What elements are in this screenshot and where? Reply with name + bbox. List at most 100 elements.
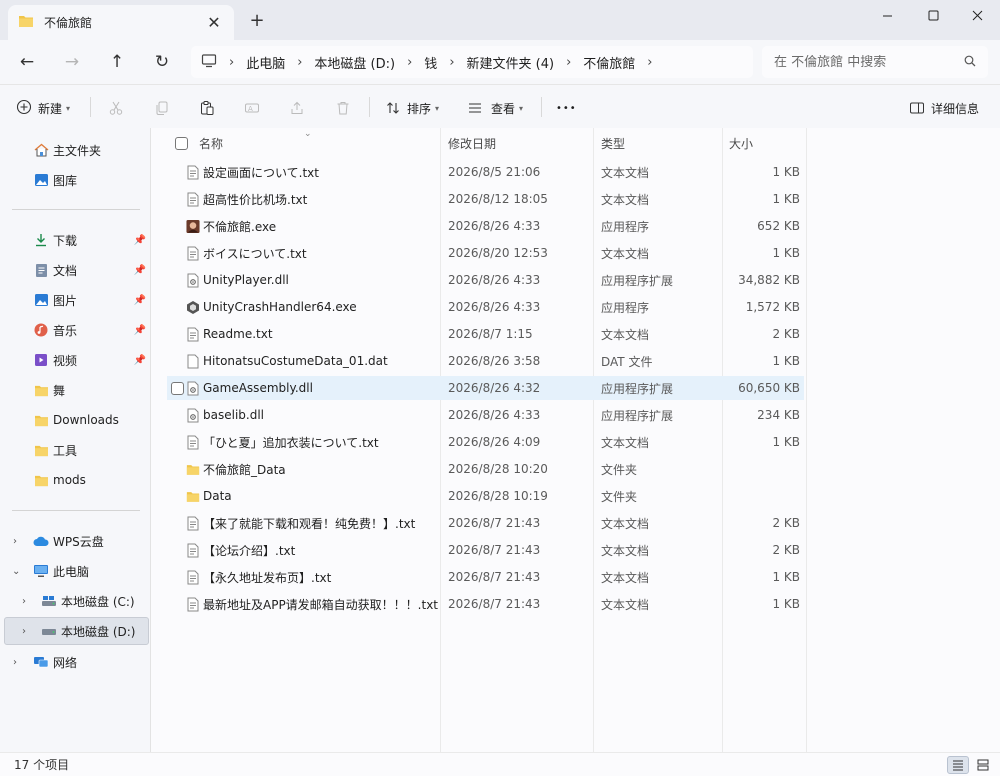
pin-icon[interactable]: 📌 [134,235,146,246]
pin-icon[interactable]: 📌 [134,295,146,306]
sort-icon [387,102,399,114]
share-button[interactable] [289,95,305,121]
new-tab-button[interactable]: + [246,10,268,31]
breadcrumb-new-folder-4[interactable]: 新建文件夹 (4) [467,53,555,72]
chevron-right-icon[interactable]: › [297,55,302,70]
sidebar-item-drive-c[interactable]: › 本地磁盘 (C:) [0,587,150,615]
sidebar-item-label: 本地磁盘 (D:) [61,624,136,639]
file-row[interactable]: ボイスについて.txt 2026/8/20 12:53 文本文档 1 KB [167,241,804,265]
file-row[interactable]: UnityCrashHandler64.exe 2026/8/26 4:33 应用程… [167,295,804,319]
more-options-button[interactable]: ••• [556,95,577,121]
chevron-right-icon[interactable]: › [566,55,571,70]
address-bar[interactable]: › 此电脑 › 本地磁盘 (D:) › 钱 › 新建文件夹 (4) › 不倫旅館… [191,46,753,78]
breadcrumb-drive-d[interactable]: 本地磁盘 (D:) [314,53,395,72]
file-row[interactable]: baselib.dll 2026/8/26 4:33 应用程序扩展 234 KB [167,403,804,427]
sidebar-item-this-pc[interactable]: ⌄ 此电脑 [0,557,150,585]
close-window-button[interactable] [954,0,1000,30]
column-header-name[interactable]: 名称 [199,130,223,156]
minimize-button[interactable] [864,0,910,30]
file-row[interactable]: 【论坛介绍】.txt 2026/8/7 21:43 文本文档 2 KB [167,538,804,562]
chevron-right-icon[interactable]: › [13,536,17,547]
file-type: 应用程序 [601,219,650,234]
breadcrumb-this-pc[interactable]: 此电脑 [246,53,285,72]
file-row[interactable]: 最新地址及APP请发邮箱自动获取！！！.txt 2026/8/7 21:43 文本文… [167,592,804,616]
delete-button[interactable] [335,95,351,121]
file-row[interactable]: UnityPlayer.dll 2026/8/26 4:33 应用程序扩展 34,88… [167,268,804,292]
text-file-icon [186,327,200,342]
trash-icon [337,102,349,115]
file-size: 1 KB [772,435,800,449]
sidebar-item-drive-d[interactable]: › 本地磁盘 (D:) [4,617,149,645]
file-row[interactable]: 【来了就能下载和观看！纯免费！】.txt 2026/8/7 21:43 文本文档 2 … [167,511,804,535]
sidebar-item-label: 文档 [53,263,78,278]
view-button[interactable]: 查看 ▾ [467,95,523,121]
sidebar-item-tools[interactable]: 工具 [0,436,150,464]
search-input[interactable] [774,54,964,70]
details-view-button[interactable] [947,756,969,774]
file-row[interactable]: Readme.txt 2026/8/7 1:15 文本文档 2 KB [167,322,804,346]
tab-current[interactable]: 不倫旅館 ✕ [8,5,234,40]
column-header-size[interactable]: 大小 [729,130,753,156]
sidebar-item-home[interactable]: 主文件夹 [0,136,150,164]
pin-icon[interactable]: 📌 [134,265,146,276]
sidebar-item-network[interactable]: › 网络 [0,648,150,676]
breadcrumb-current[interactable]: 不倫旅館 [583,53,635,72]
file-row[interactable]: HitonatsuCostumeData_01.dat 2026/8/26 3:5… [167,349,804,373]
file-row[interactable]: Data 2026/8/28 10:19 文件夹 [167,484,804,508]
sidebar-item-label: 音乐 [53,323,78,338]
up-button[interactable]: ↑ [103,50,131,74]
new-button[interactable]: 新建 ▾ [16,95,70,121]
tab-close-icon[interactable]: ✕ [204,13,224,32]
file-row[interactable]: 不倫旅館.exe 2026/8/26 4:33 应用程序 652 KB [167,214,804,238]
sidebar-item-downloads-folder[interactable]: Downloads [0,406,150,434]
column-header-date[interactable]: 修改日期 [448,130,496,156]
sidebar-item-wps-cloud[interactable]: › WPS云盘 [0,527,150,555]
chevron-down-icon[interactable]: ⌄ [12,566,20,577]
file-row[interactable]: GameAssembly.dll 2026/8/26 4:32 应用程序扩展 60,6… [167,376,804,400]
file-row[interactable]: 【永久地址发布页】.txt 2026/8/7 21:43 文本文档 1 KB [167,565,804,589]
paste-button[interactable] [199,95,215,121]
sort-button[interactable]: 排序 ▾ [385,95,439,121]
cut-button[interactable] [108,95,124,121]
row-checkbox[interactable] [171,381,184,395]
clipboard-icon [201,101,214,115]
copy-button[interactable] [154,95,170,121]
file-row[interactable]: 設定画面について.txt 2026/8/5 21:06 文本文档 1 KB [167,160,804,184]
sidebar-item-music[interactable]: 音乐 📌 [0,316,150,344]
maximize-button[interactable] [910,0,956,30]
refresh-button[interactable]: ↻ [148,50,176,74]
select-all-checkbox[interactable] [175,130,188,156]
sidebar-item-videos[interactable]: 视频 📌 [0,346,150,374]
chevron-right-icon[interactable]: › [407,55,412,70]
chevron-right-icon[interactable]: › [647,55,652,70]
sort-indicator-icon: ⌄ [304,129,312,139]
pin-icon[interactable]: 📌 [134,355,146,366]
file-modified-date: 2026/8/26 4:09 [448,435,541,449]
sidebar-item-dance[interactable]: 舞 [0,376,150,404]
file-row[interactable]: 不倫旅館_Data 2026/8/28 10:20 文件夹 [167,457,804,481]
breadcrumb-folder-money[interactable]: 钱 [424,53,437,72]
sidebar-item-gallery[interactable]: 图库 [0,166,150,194]
chevron-right-icon[interactable]: › [22,626,26,637]
column-header-type[interactable]: 类型 [601,130,625,156]
chevron-right-icon[interactable]: › [449,55,454,70]
sidebar-item-label: 本地磁盘 (C:) [61,594,135,609]
rename-button[interactable]: A [244,95,260,121]
chevron-right-icon[interactable]: › [22,596,26,607]
file-name: 超高性价比机场.txt [203,192,308,207]
sidebar-item-documents[interactable]: 文档 📌 [0,256,150,284]
file-row[interactable]: 超高性价比机场.txt 2026/8/12 18:05 文本文档 1 KB [167,187,804,211]
pin-icon[interactable]: 📌 [134,325,146,336]
file-type: 文本文档 [601,165,650,180]
search-icon[interactable] [964,55,976,70]
file-row[interactable]: 「ひと夏」追加衣装について.txt 2026/8/26 4:09 文本文档 1 KB [167,430,804,454]
forward-button[interactable]: → [58,50,86,74]
sidebar-item-downloads[interactable]: 下载 📌 [0,226,150,254]
sidebar-item-pictures[interactable]: 图片 📌 [0,286,150,314]
back-button[interactable]: ← [13,50,41,74]
file-name: UnityPlayer.dll [203,273,289,287]
tiles-view-button[interactable] [972,756,994,774]
details-pane-button[interactable]: 详细信息 [909,95,979,121]
sidebar-item-mods[interactable]: mods [0,466,150,494]
chevron-right-icon[interactable]: › [13,657,17,668]
